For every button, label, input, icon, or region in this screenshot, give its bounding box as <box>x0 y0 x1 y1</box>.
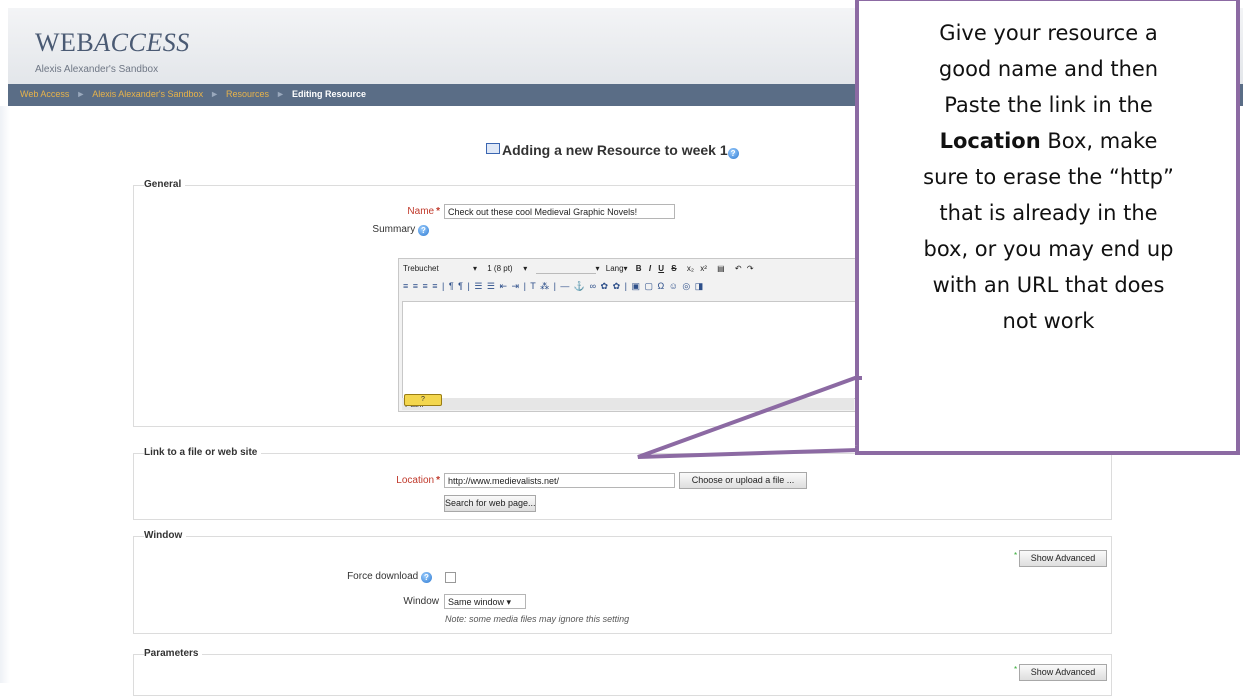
callout-text: Give your resource a good name and then … <box>923 21 1174 333</box>
